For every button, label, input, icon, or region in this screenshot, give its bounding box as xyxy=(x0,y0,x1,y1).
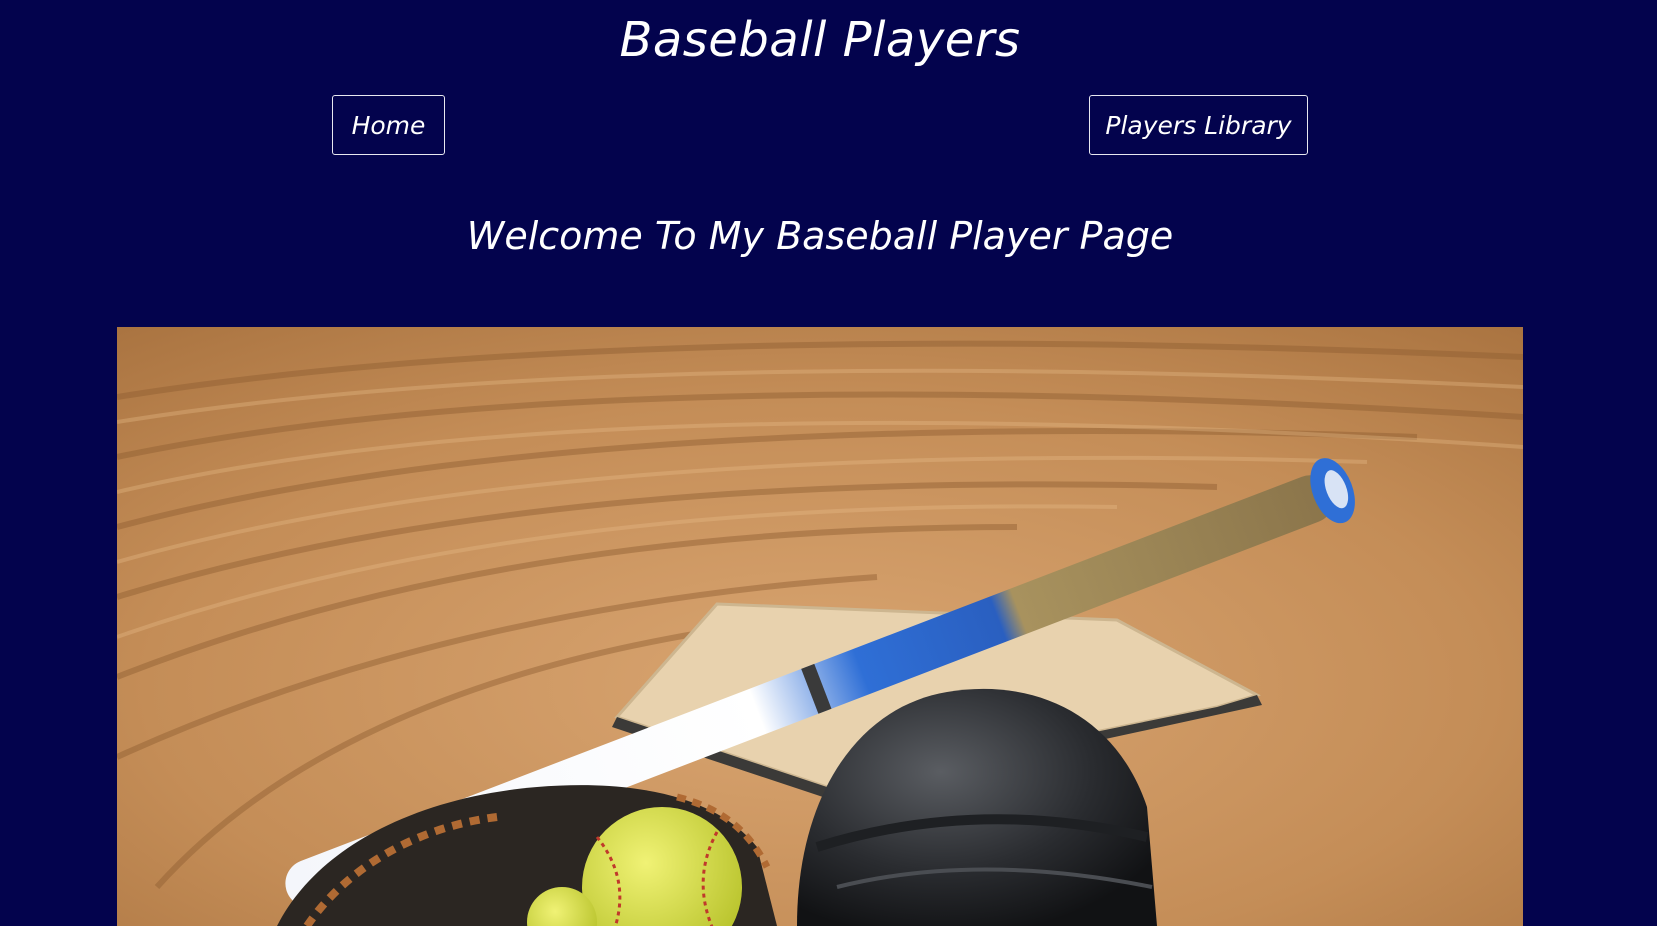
home-button[interactable]: Home xyxy=(332,95,445,155)
welcome-heading: Welcome To My Baseball Player Page xyxy=(466,214,1174,258)
players-library-button[interactable]: Players Library xyxy=(1089,95,1308,155)
site-title: Baseball Players xyxy=(619,12,1021,68)
page: Baseball Players Home Players Library We… xyxy=(0,0,1657,926)
hero-image xyxy=(117,327,1523,926)
